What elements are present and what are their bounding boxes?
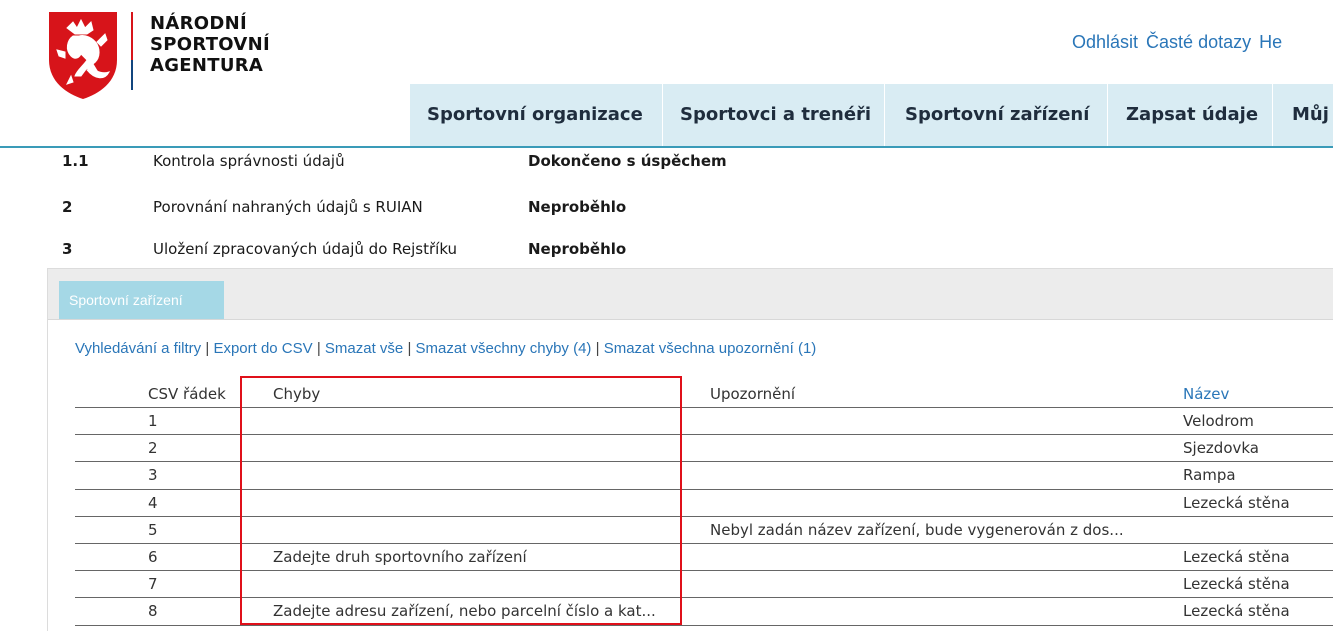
column-header-warnings: Upozornění [710, 385, 796, 403]
csv-row-number: 7 [148, 575, 158, 594]
step-name: Porovnání nahraných údajů s RUIAN [153, 198, 423, 216]
link-separator: | [205, 340, 210, 357]
nav-enter-data[interactable]: Zapsat údaje [1126, 84, 1258, 146]
name-cell: Lezecká stěna [1183, 575, 1290, 594]
errors-column-highlight [240, 376, 682, 625]
step-status: Neproběhlo [528, 240, 627, 258]
header-divider [0, 146, 1333, 148]
name-cell: Lezecká stěna [1183, 548, 1290, 566]
row-divider [75, 625, 1333, 626]
search-filters-link[interactable]: Vyhledávání a filtry [75, 340, 201, 357]
nav-sport-organizations[interactable]: Sportovní organizace [427, 84, 643, 146]
main-navigation: Sportovní organizace Sportovci a trenéři… [410, 84, 1333, 146]
link-separator: | [316, 340, 321, 357]
warning-cell: Nebyl zadán název zařízení, bude vygener… [710, 520, 1124, 539]
link-separator: | [595, 340, 600, 357]
csv-row-number: 1 [148, 412, 158, 430]
faq-link[interactable]: Časté dotazy [1146, 32, 1251, 52]
step-status: Dokončeno s úspěchem [528, 152, 727, 170]
tab-sport-facilities[interactable]: Sportovní zařízení [59, 281, 224, 319]
brand-name[interactable]: NÁRODNÍ SPORTOVNÍ AGENTURA [150, 13, 270, 76]
logout-link[interactable]: Odhlásit [1072, 32, 1138, 52]
nav-separator [884, 84, 885, 146]
step-name: Kontrola správnosti údajů [153, 152, 345, 170]
step-number: 1.1 [62, 152, 89, 170]
nav-separator [662, 84, 663, 146]
step-name: Uložení zpracovaných údajů do Rejstříku [153, 240, 458, 258]
top-links: Odhlásit Časté dotazy He [1072, 32, 1290, 53]
czech-lion-emblem [47, 10, 119, 100]
nav-athletes-coaches[interactable]: Sportovci a trenéři [680, 84, 871, 146]
brand-line: AGENTURA [150, 55, 264, 76]
action-links: Vyhledávání a filtry | Export do CSV | S… [75, 340, 816, 357]
delete-all-errors-link[interactable]: Smazat všechny chyby (4) [416, 340, 592, 357]
step-number: 2 [62, 198, 73, 216]
step-number: 3 [62, 240, 73, 258]
nav-sport-facilities[interactable]: Sportovní zařízení [905, 84, 1089, 146]
link-separator: | [407, 340, 412, 357]
step-status: Neproběhlo [528, 198, 627, 216]
column-header-name-sortable[interactable]: Název [1183, 385, 1229, 403]
brand-line: NÁRODNÍ [150, 13, 247, 34]
help-link[interactable]: He [1259, 32, 1282, 52]
name-cell: Velodrom [1183, 412, 1254, 430]
column-header-csv-row: CSV řádek [148, 385, 226, 403]
delete-all-warnings-link[interactable]: Smazat všechna upozornění (1) [604, 340, 817, 357]
tab-bar [48, 269, 1333, 320]
delete-all-link[interactable]: Smazat vše [325, 340, 403, 357]
csv-row-number: 2 [148, 439, 158, 458]
name-cell: Rampa [1183, 466, 1236, 485]
csv-row-number: 6 [148, 548, 158, 566]
nav-separator [1272, 84, 1273, 146]
brand-divider [131, 12, 133, 90]
csv-row-number: 3 [148, 466, 158, 485]
name-cell: Sjezdovka [1183, 439, 1259, 458]
brand-line: SPORTOVNÍ [150, 34, 270, 55]
export-csv-link[interactable]: Export do CSV [213, 340, 312, 357]
csv-row-number: 4 [148, 493, 158, 512]
csv-row-number: 8 [148, 602, 158, 621]
nav-my-account[interactable]: Můj [1292, 84, 1329, 146]
name-cell: Lezecká stěna [1183, 493, 1290, 512]
name-cell: Lezecká stěna [1183, 602, 1290, 621]
nav-separator [1107, 84, 1108, 146]
csv-row-number: 5 [148, 520, 158, 539]
